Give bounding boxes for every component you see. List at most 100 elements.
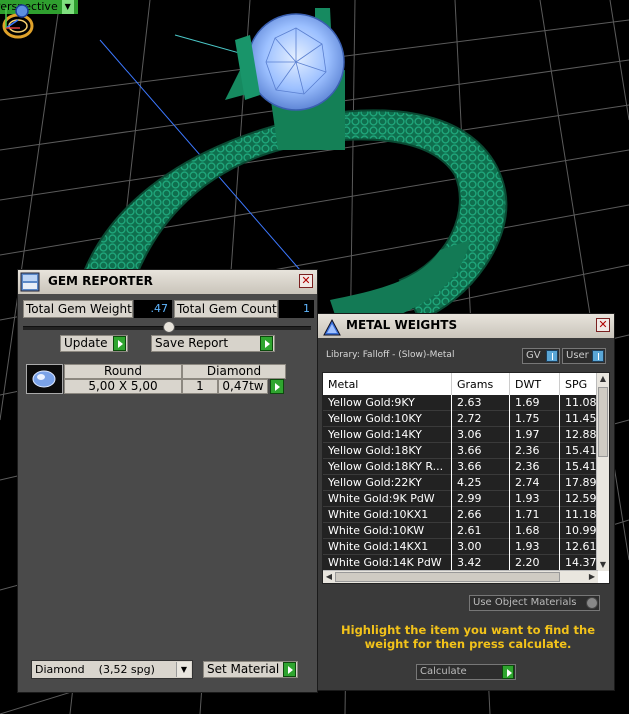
scroll-left-icon[interactable]: ◀ (323, 571, 335, 583)
col-metal[interactable]: Metal (328, 378, 358, 391)
scale-icon (323, 318, 341, 336)
total-gem-weight-value: .47 (134, 300, 172, 318)
column-separator (509, 459, 510, 475)
save-report-button[interactable]: Save Report (151, 335, 275, 352)
spg-cell: 11.45 (565, 412, 597, 425)
material-select[interactable]: Diamond (3,52 spg) ▼ (31, 660, 193, 679)
viewport-dropdown-icon[interactable]: ▼ (61, 0, 74, 14)
scroll-down-icon[interactable]: ▼ (597, 559, 609, 571)
column-separator (559, 539, 560, 555)
gem-table: Round Diamond 5,00 X 5,00 1 0,47tw (26, 364, 286, 394)
dwt-cell: 1.71 (515, 508, 540, 521)
grams-cell: 3.06 (457, 428, 482, 441)
column-separator (451, 523, 452, 539)
col-dwt[interactable]: DWT (515, 378, 541, 391)
column-separator (509, 507, 510, 523)
table-row[interactable]: Yellow Gold:10KY 2.72 1.75 11.45 (323, 411, 598, 427)
save-report-label: Save Report (155, 336, 229, 350)
metal-table-hscroll[interactable]: ◀ ▶ (323, 570, 598, 583)
dwt-cell: 2.20 (515, 556, 540, 569)
table-row[interactable]: White Gold:14K PdW 3.42 2.20 14.37 (323, 555, 598, 571)
column-separator (509, 395, 510, 411)
calculate-label: Calculate (420, 666, 467, 677)
calculate-hint: Highlight the item you want to find the … (341, 623, 595, 651)
column-separator (451, 475, 452, 491)
set-material-label: Set Material (207, 662, 280, 676)
column-separator (451, 491, 452, 507)
table-row[interactable]: Yellow Gold:18KY R... 3.66 2.36 15.41 (323, 459, 598, 475)
scroll-up-icon[interactable]: ▲ (597, 373, 609, 385)
spg-cell: 15.41 (565, 444, 597, 457)
user-label: User (566, 350, 589, 361)
table-row[interactable]: Yellow Gold:22KY 4.25 2.74 17.89 (323, 475, 598, 491)
grams-cell: 3.42 (457, 556, 482, 569)
column-separator (559, 459, 560, 475)
column-separator (451, 539, 452, 555)
library-label: Library: Falloff - (Slow)-Metal (326, 350, 455, 360)
chevron-down-icon[interactable]: ▼ (176, 662, 191, 677)
update-button[interactable]: Update (60, 335, 128, 352)
column-separator (559, 555, 560, 571)
table-row[interactable]: White Gold:9K PdW 2.99 1.93 12.59 (323, 491, 598, 507)
gem-reporter-titlebar[interactable]: GEM REPORTER ✕ (18, 270, 317, 294)
column-separator (509, 411, 510, 427)
set-material-button[interactable]: Set Material (203, 661, 298, 678)
gem-stats-row: Total Gem Weight .47 Total Gem Count 1 (23, 300, 315, 318)
gem-count-cell[interactable]: 1 (182, 379, 218, 394)
gem-weight-cell[interactable]: 0,47tw (218, 379, 268, 394)
gem-reporter-title: GEM REPORTER (48, 274, 153, 288)
grams-cell: 2.99 (457, 492, 482, 505)
table-row[interactable]: Yellow Gold:18KY 3.66 2.36 15.41 (323, 443, 598, 459)
user-toggle[interactable]: User (562, 348, 606, 364)
metal-weights-titlebar[interactable]: METAL WEIGHTS ✕ (318, 314, 614, 338)
gem-slider-handle[interactable] (163, 321, 175, 333)
scroll-right-icon[interactable]: ▶ (586, 571, 598, 583)
table-row[interactable]: White Gold:10KX1 2.66 1.71 11.18 (323, 507, 598, 523)
column-separator (451, 411, 452, 427)
column-separator (509, 475, 510, 491)
metal-name-cell: Yellow Gold:9KY (328, 396, 415, 409)
col-grams[interactable]: Grams (457, 378, 493, 391)
column-separator (559, 475, 560, 491)
column-separator (509, 523, 510, 539)
dwt-cell: 1.97 (515, 428, 540, 441)
axis-gizmo-icon (5, 8, 20, 29)
column-separator (509, 427, 510, 443)
total-gem-count-value: 1 (279, 300, 314, 318)
column-separator (451, 395, 452, 411)
metal-name-cell: White Gold:14K PdW (328, 556, 442, 569)
vscroll-thumb[interactable] (598, 387, 608, 457)
table-row[interactable]: White Gold:14KX1 3.00 1.93 12.61 (323, 539, 598, 555)
material-select-value: Diamond (3,52 spg) (35, 663, 155, 676)
save-report-arrow-icon (260, 336, 273, 351)
use-object-materials-toggle[interactable]: Use Object Materials (469, 595, 600, 611)
grams-cell: 3.66 (457, 460, 482, 473)
update-arrow-icon (113, 336, 126, 351)
metal-name-cell: White Gold:14KX1 (328, 540, 429, 553)
table-row[interactable]: Yellow Gold:9KY 2.63 1.69 11.08 (323, 395, 598, 411)
gem-row-arrow-icon[interactable] (270, 379, 284, 394)
grams-cell: 2.61 (457, 524, 482, 537)
spg-cell: 10.99 (565, 524, 597, 537)
table-row[interactable]: Yellow Gold:14KY 3.06 1.97 12.88 (323, 427, 598, 443)
metal-name-cell: White Gold:10KW (328, 524, 425, 537)
metal-table[interactable]: Metal Grams DWT SPG Yellow Gold:9KY 2.63 1… (322, 372, 610, 584)
gem-size-cell[interactable]: 5,00 X 5,00 (64, 379, 182, 394)
metal-table-vscroll[interactable]: ▲ ▼ (596, 373, 609, 571)
hscroll-thumb[interactable] (335, 572, 560, 582)
spg-cell: 12.88 (565, 428, 597, 441)
table-row[interactable]: White Gold:10KW 2.61 1.68 10.99 (323, 523, 598, 539)
metal-weights-panel: METAL WEIGHTS ✕ Library: Falloff - (Slow… (317, 313, 615, 691)
metal-weights-close-button[interactable]: ✕ (596, 318, 610, 332)
calculate-button[interactable]: Calculate (416, 664, 516, 680)
dwt-cell: 2.36 (515, 444, 540, 457)
column-separator (451, 427, 452, 443)
gv-toggle[interactable]: GV (522, 348, 560, 364)
gem-thumbnail[interactable] (26, 364, 63, 394)
column-separator (559, 411, 560, 427)
col-spg[interactable]: SPG (565, 378, 587, 391)
column-separator (451, 443, 452, 459)
use-object-toggle-icon (586, 597, 598, 609)
dwt-cell: 1.93 (515, 540, 540, 553)
gem-reporter-close-button[interactable]: ✕ (299, 274, 313, 288)
